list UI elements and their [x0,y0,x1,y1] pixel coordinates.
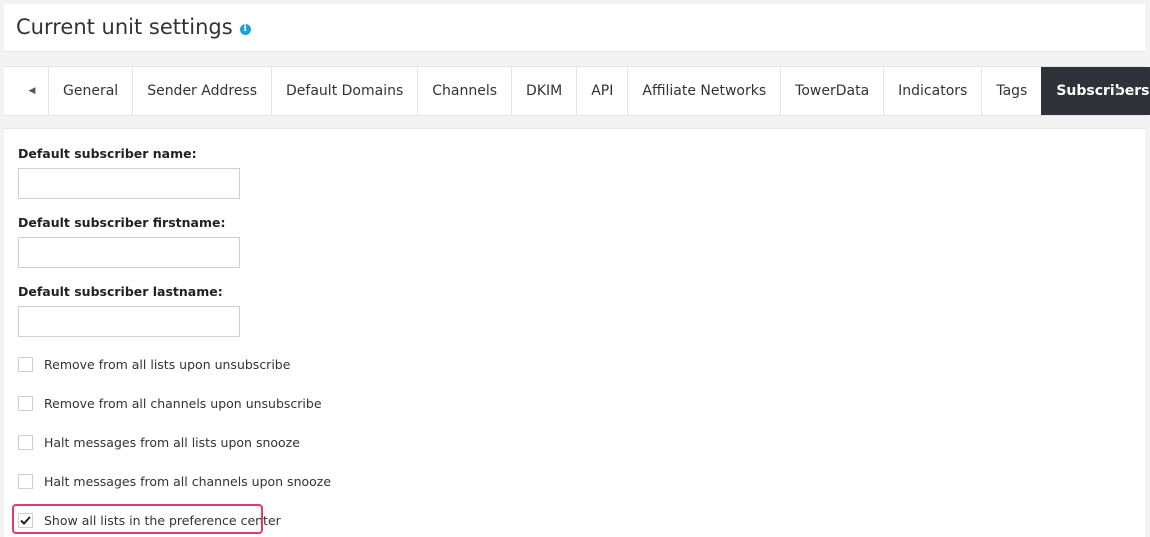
halt-lists-on-snooze-checkbox[interactable] [18,434,33,450]
subscriber-firstname-input[interactable] [18,237,240,268]
info-icon[interactable]: i [239,23,251,35]
tab-api[interactable]: API [576,67,627,115]
settings-tabs-bar: ◀ General Sender Address Default Domains… [4,66,1150,116]
tab-affiliate-networks[interactable]: Affiliate Networks [627,67,780,115]
settings-tabs: General Sender Address Default Domains C… [48,67,1150,115]
remove-channels-on-unsubscribe-label: Remove from all channels upon unsubscrib… [44,395,322,411]
halt-channels-on-snooze-label: Halt messages from all channels upon sno… [44,473,332,489]
tab-sender-address[interactable]: Sender Address [132,67,271,115]
page-title-text: Current unit settings [16,15,233,39]
halt-lists-on-snooze-option[interactable]: Halt messages from all lists upon snooze [18,432,300,452]
subscribers-settings-panel: Default subscriber name: Default subscri… [4,128,1145,537]
tab-default-domains[interactable]: Default Domains [271,67,417,115]
remove-lists-on-unsubscribe-checkbox[interactable] [18,356,33,372]
show-all-lists-preference-center-option[interactable]: Show all lists in the preference center [18,510,281,530]
tab-indicators[interactable]: Indicators [883,67,981,115]
tab-towerdata[interactable]: TowerData [780,67,883,115]
remove-lists-on-unsubscribe-label: Remove from all lists upon unsubscribe [44,356,291,372]
tab-tags[interactable]: Tags [981,67,1041,115]
tab-dkim[interactable]: DKIM [511,67,576,115]
subscriber-lastname-input[interactable] [18,306,240,337]
halt-channels-on-snooze-option[interactable]: Halt messages from all channels upon sno… [18,471,331,491]
remove-channels-on-unsubscribe-option[interactable]: Remove from all channels upon unsubscrib… [18,393,322,413]
remove-channels-on-unsubscribe-checkbox[interactable] [18,395,33,411]
show-all-lists-preference-center-checkbox[interactable] [18,512,33,528]
subscriber-name-input[interactable] [18,168,240,199]
remove-lists-on-unsubscribe-option[interactable]: Remove from all lists upon unsubscribe [18,354,290,374]
show-all-lists-preference-center-label: Show all lists in the preference center [44,512,281,528]
subscriber-lastname-label: Default subscriber lastname: [18,284,223,299]
settings-header: Current unit settings i [4,4,1145,52]
halt-channels-on-snooze-checkbox[interactable] [18,473,33,489]
tab-channels[interactable]: Channels [417,67,511,115]
tab-general[interactable]: General [48,67,132,115]
page-title: Current unit settings i [16,15,251,39]
checkmark-icon [20,515,31,525]
subscriber-name-label: Default subscriber name: [18,146,197,161]
subscriber-firstname-label: Default subscriber firstname: [18,215,226,230]
tabs-scroll-right-icon[interactable]: ▶ [1100,67,1138,115]
halt-lists-on-snooze-label: Halt messages from all lists upon snooze [44,434,300,450]
tabs-scroll-left-icon[interactable]: ◀ [13,67,51,115]
